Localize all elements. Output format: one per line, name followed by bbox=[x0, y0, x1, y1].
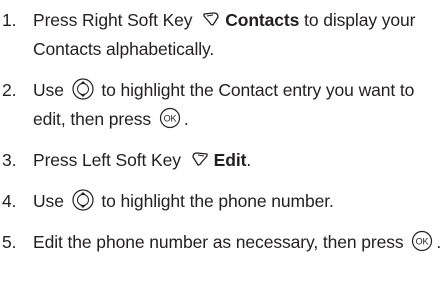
step-text-segment: Edit the phone number as necessary, then… bbox=[33, 232, 409, 252]
step-text: Use to highlight the phone number. bbox=[33, 187, 442, 216]
step-2: 2. Use to highlight the Contact entry yo… bbox=[2, 76, 442, 134]
instruction-steps: 1. Press Right Soft Key Contacts to disp… bbox=[2, 6, 442, 257]
step-text-segment: Use bbox=[33, 191, 69, 211]
step-number: 1. bbox=[2, 10, 17, 30]
step-text-segment: Press Right Soft Key bbox=[33, 10, 198, 30]
step-text: Use to highlight the Contact entry you w… bbox=[33, 76, 442, 134]
step-text-segment: Press Left Soft Key bbox=[33, 150, 186, 170]
step-1: 1. Press Right Soft Key Contacts to disp… bbox=[2, 6, 442, 64]
navigation-key-icon bbox=[71, 78, 94, 100]
step-text-segment: . bbox=[246, 150, 252, 170]
step-text-segment: Contacts bbox=[225, 10, 300, 30]
svg-text:OK: OK bbox=[163, 114, 176, 124]
step-text-segment: Edit bbox=[213, 150, 247, 170]
step-number: 4. bbox=[2, 191, 17, 211]
step-number: 2. bbox=[2, 80, 17, 100]
step-text: Edit the phone number as necessary, then… bbox=[33, 228, 442, 257]
step-text-segment: . bbox=[183, 109, 189, 129]
step-text-segment: Use bbox=[33, 80, 69, 100]
step-text-segment: . bbox=[436, 232, 442, 252]
step-4: 4. Use to highlight the phone number. bbox=[2, 187, 442, 216]
step-3: 3. Press Left Soft Key Edit. bbox=[2, 146, 442, 175]
step-number: 5. bbox=[2, 232, 17, 252]
ok-key-icon: OK bbox=[411, 230, 433, 252]
navigation-key-icon bbox=[71, 189, 94, 211]
left-soft-key-icon bbox=[190, 150, 210, 168]
step-text: Press Right Soft Key Contacts to display… bbox=[33, 6, 442, 64]
step-number: 3. bbox=[2, 150, 17, 170]
step-text-segment: to highlight the phone number. bbox=[96, 191, 334, 211]
svg-text:OK: OK bbox=[416, 237, 429, 247]
step-5: 5. Edit the phone number as necessary, t… bbox=[2, 228, 442, 257]
right-soft-key-icon bbox=[201, 10, 221, 28]
step-text: Press Left Soft Key Edit. bbox=[33, 146, 442, 175]
ok-key-icon: OK bbox=[159, 107, 181, 129]
